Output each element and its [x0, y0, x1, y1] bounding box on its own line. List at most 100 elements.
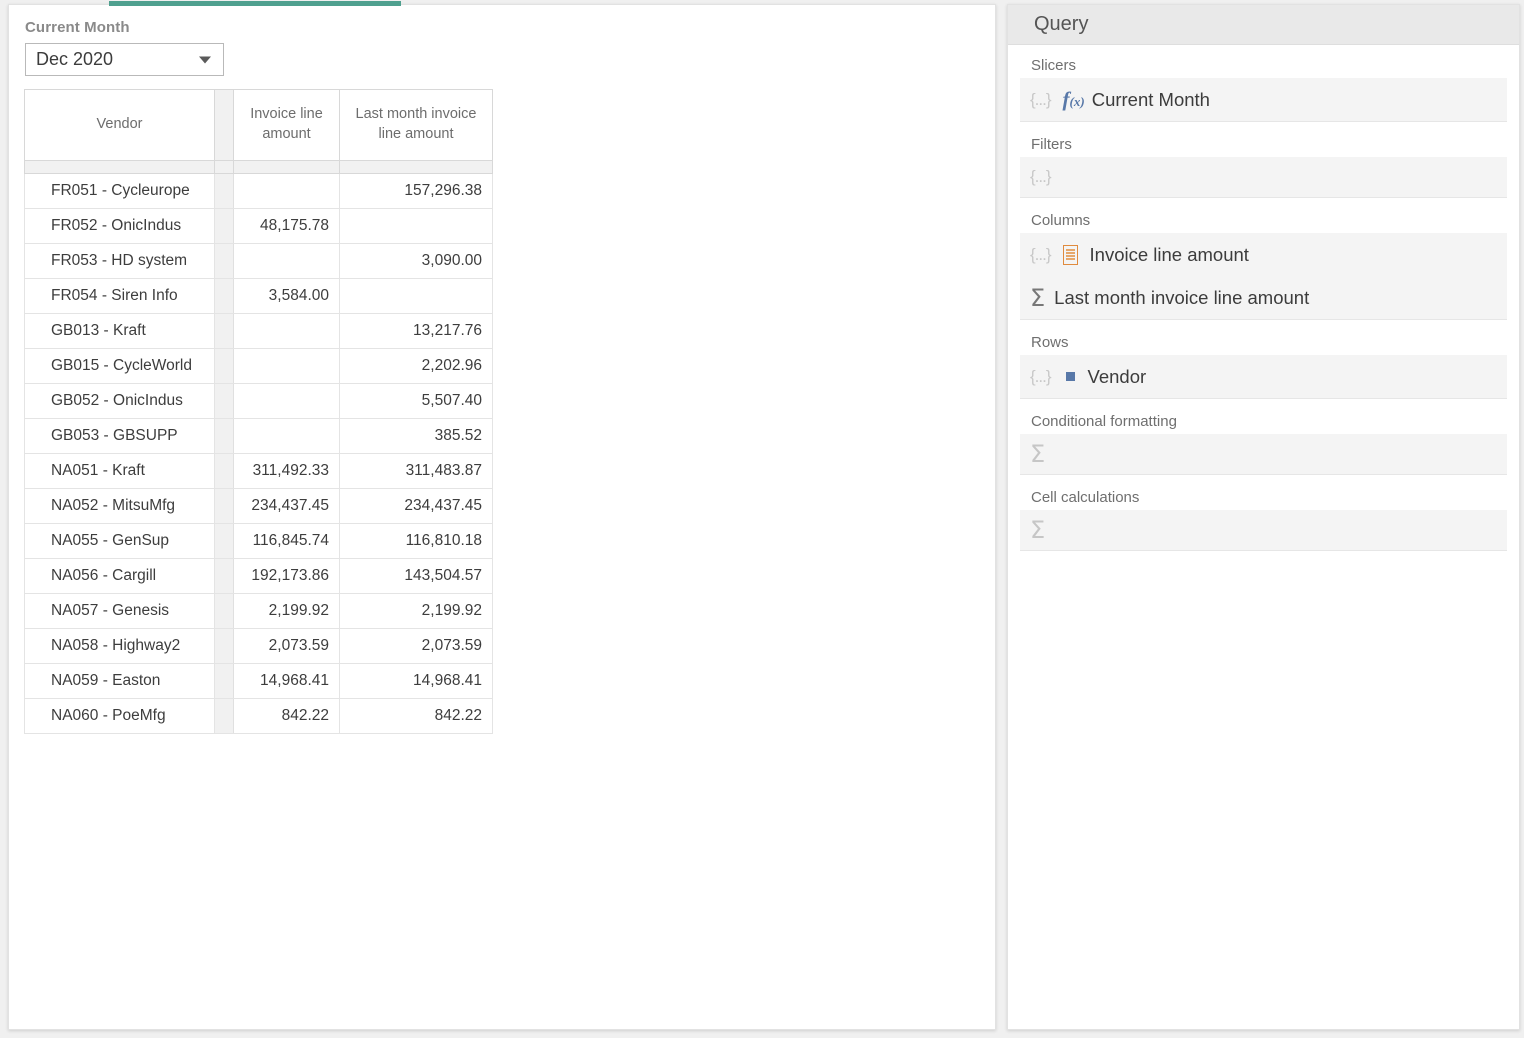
- table-row[interactable]: NA055 - GenSup 116,845.74116,810.18: [25, 524, 493, 559]
- cell-vendor[interactable]: GB015 - CycleWorld: [25, 349, 215, 384]
- table-row[interactable]: NA051 - Kraft 311,492.33311,483.87: [25, 454, 493, 489]
- cell-last-month-invoice-line-amount[interactable]: 234,437.45: [340, 489, 493, 524]
- cell-invoice-line-amount[interactable]: 842.22: [234, 699, 340, 734]
- section-title-slicers: Slicers: [1020, 57, 1507, 74]
- cell-vendor[interactable]: NA056 - Cargill: [25, 559, 215, 594]
- braces-icon[interactable]: {...}: [1030, 367, 1051, 387]
- well-filters[interactable]: {...}: [1020, 157, 1507, 198]
- table-row[interactable]: GB015 - CycleWorld 2,202.96: [25, 349, 493, 384]
- cell-last-month-invoice-line-amount[interactable]: 143,504.57: [340, 559, 493, 594]
- cell-invoice-line-amount[interactable]: 116,845.74: [234, 524, 340, 559]
- filters-empty-placeholder[interactable]: {...}: [1020, 157, 1507, 197]
- cell-invoice-line-amount[interactable]: [234, 349, 340, 384]
- table-row[interactable]: FR053 - HD system 3,090.00: [25, 244, 493, 279]
- braces-icon[interactable]: {...}: [1030, 167, 1051, 187]
- cell-invoice-line-amount[interactable]: 2,199.92: [234, 594, 340, 629]
- cell-vendor[interactable]: GB053 - GBSUPP: [25, 419, 215, 454]
- query-item-current-month[interactable]: {...} f(x) Current Month: [1020, 78, 1507, 121]
- cell-spacer: [215, 244, 234, 279]
- query-panel-title: Query: [1034, 13, 1088, 36]
- cell-last-month-invoice-line-amount[interactable]: 2,073.59: [340, 629, 493, 664]
- section-title-cell-calculations: Cell calculations: [1020, 489, 1507, 506]
- sigma-icon: Σ: [1030, 442, 1045, 466]
- well-columns[interactable]: {...} Invoice line amount Σ Last month i…: [1020, 233, 1507, 320]
- cell-vendor[interactable]: FR054 - Siren Info: [25, 279, 215, 314]
- column-header-last-month-invoice-line-amount[interactable]: Last month invoice line amount: [340, 90, 493, 161]
- conditional-formatting-empty-placeholder[interactable]: Σ: [1020, 434, 1507, 474]
- table-row[interactable]: FR052 - OnicIndus 48,175.78: [25, 209, 493, 244]
- cell-vendor[interactable]: NA057 - Genesis: [25, 594, 215, 629]
- current-month-dropdown[interactable]: Dec 2020: [25, 43, 224, 76]
- table-row[interactable]: GB052 - OnicIndus 5,507.40: [25, 384, 493, 419]
- table-row[interactable]: NA058 - Highway2 2,073.592,073.59: [25, 629, 493, 664]
- cell-last-month-invoice-line-amount[interactable]: [340, 279, 493, 314]
- table-row[interactable]: NA052 - MitsuMfg 234,437.45234,437.45: [25, 489, 493, 524]
- pivot-header-separator-row: [25, 161, 493, 174]
- table-row[interactable]: NA056 - Cargill 192,173.86143,504.57: [25, 559, 493, 594]
- table-row[interactable]: NA057 - Genesis 2,199.922,199.92: [25, 594, 493, 629]
- cell-vendor[interactable]: NA052 - MitsuMfg: [25, 489, 215, 524]
- pivot-header-row: Vendor Invoice line amount Last month in…: [25, 90, 493, 161]
- query-item-last-month-invoice-line-amount[interactable]: Σ Last month invoice line amount: [1020, 276, 1507, 319]
- section-title-conditional-formatting: Conditional formatting: [1020, 413, 1507, 430]
- well-rows[interactable]: {...} Vendor: [1020, 355, 1507, 399]
- braces-icon[interactable]: {...}: [1030, 90, 1051, 110]
- cell-invoice-line-amount[interactable]: [234, 174, 340, 209]
- column-header-vendor[interactable]: Vendor: [25, 90, 215, 161]
- cell-invoice-line-amount[interactable]: 2,073.59: [234, 629, 340, 664]
- braces-icon[interactable]: {...}: [1030, 245, 1051, 265]
- cell-invoice-line-amount[interactable]: [234, 384, 340, 419]
- cell-invoice-line-amount[interactable]: 14,968.41: [234, 664, 340, 699]
- cell-vendor[interactable]: NA055 - GenSup: [25, 524, 215, 559]
- cell-vendor[interactable]: FR053 - HD system: [25, 244, 215, 279]
- query-panel-header: Query: [1008, 5, 1519, 45]
- table-row[interactable]: NA060 - PoeMfg 842.22842.22: [25, 699, 493, 734]
- cell-last-month-invoice-line-amount[interactable]: 311,483.87: [340, 454, 493, 489]
- cell-last-month-invoice-line-amount[interactable]: 13,217.76: [340, 314, 493, 349]
- query-item-label: Invoice line amount: [1090, 244, 1249, 266]
- query-item-label: Last month invoice line amount: [1054, 287, 1309, 309]
- table-row[interactable]: FR051 - Cycleurope 157,296.38: [25, 174, 493, 209]
- well-cell-calculations[interactable]: Σ: [1020, 510, 1507, 551]
- query-panel: Query Slicers {...} f(x) Current Month F…: [1007, 4, 1520, 1030]
- cell-last-month-invoice-line-amount[interactable]: [340, 209, 493, 244]
- well-slicers[interactable]: {...} f(x) Current Month: [1020, 78, 1507, 122]
- cell-vendor[interactable]: FR052 - OnicIndus: [25, 209, 215, 244]
- cell-invoice-line-amount[interactable]: [234, 419, 340, 454]
- cell-invoice-line-amount[interactable]: 192,173.86: [234, 559, 340, 594]
- cell-vendor[interactable]: NA058 - Highway2: [25, 629, 215, 664]
- table-row[interactable]: FR054 - Siren Info 3,584.00: [25, 279, 493, 314]
- column-header-invoice-line-amount[interactable]: Invoice line amount: [234, 90, 340, 161]
- cell-invoice-line-amount[interactable]: 3,584.00: [234, 279, 340, 314]
- cell-calculations-empty-placeholder[interactable]: Σ: [1020, 510, 1507, 550]
- cell-vendor[interactable]: NA060 - PoeMfg: [25, 699, 215, 734]
- query-item-invoice-line-amount[interactable]: {...} Invoice line amount: [1020, 233, 1507, 276]
- section-title-filters: Filters: [1020, 136, 1507, 153]
- cell-last-month-invoice-line-amount[interactable]: 3,090.00: [340, 244, 493, 279]
- query-item-label: Current Month: [1092, 89, 1210, 111]
- cell-last-month-invoice-line-amount[interactable]: 385.52: [340, 419, 493, 454]
- well-conditional-formatting[interactable]: Σ: [1020, 434, 1507, 475]
- cell-invoice-line-amount[interactable]: 311,492.33: [234, 454, 340, 489]
- cell-last-month-invoice-line-amount[interactable]: 2,202.96: [340, 349, 493, 384]
- cell-last-month-invoice-line-amount[interactable]: 157,296.38: [340, 174, 493, 209]
- query-item-vendor[interactable]: {...} Vendor: [1020, 355, 1507, 398]
- table-row[interactable]: NA059 - Easton 14,968.4114,968.41: [25, 664, 493, 699]
- cell-last-month-invoice-line-amount[interactable]: 116,810.18: [340, 524, 493, 559]
- cell-last-month-invoice-line-amount[interactable]: 14,968.41: [340, 664, 493, 699]
- cell-invoice-line-amount[interactable]: [234, 314, 340, 349]
- cell-invoice-line-amount[interactable]: [234, 244, 340, 279]
- cell-invoice-line-amount[interactable]: 234,437.45: [234, 489, 340, 524]
- table-row[interactable]: GB013 - Kraft 13,217.76: [25, 314, 493, 349]
- cell-vendor[interactable]: NA059 - Easton: [25, 664, 215, 699]
- cell-last-month-invoice-line-amount[interactable]: 5,507.40: [340, 384, 493, 419]
- cell-last-month-invoice-line-amount[interactable]: 842.22: [340, 699, 493, 734]
- report-panel: Current Month Dec 2020 Vendor Invoice li…: [8, 4, 996, 1030]
- cell-vendor[interactable]: GB013 - Kraft: [25, 314, 215, 349]
- table-row[interactable]: GB053 - GBSUPP 385.52: [25, 419, 493, 454]
- cell-invoice-line-amount[interactable]: 48,175.78: [234, 209, 340, 244]
- cell-vendor[interactable]: GB052 - OnicIndus: [25, 384, 215, 419]
- cell-vendor[interactable]: FR051 - Cycleurope: [25, 174, 215, 209]
- cell-vendor[interactable]: NA051 - Kraft: [25, 454, 215, 489]
- cell-last-month-invoice-line-amount[interactable]: 2,199.92: [340, 594, 493, 629]
